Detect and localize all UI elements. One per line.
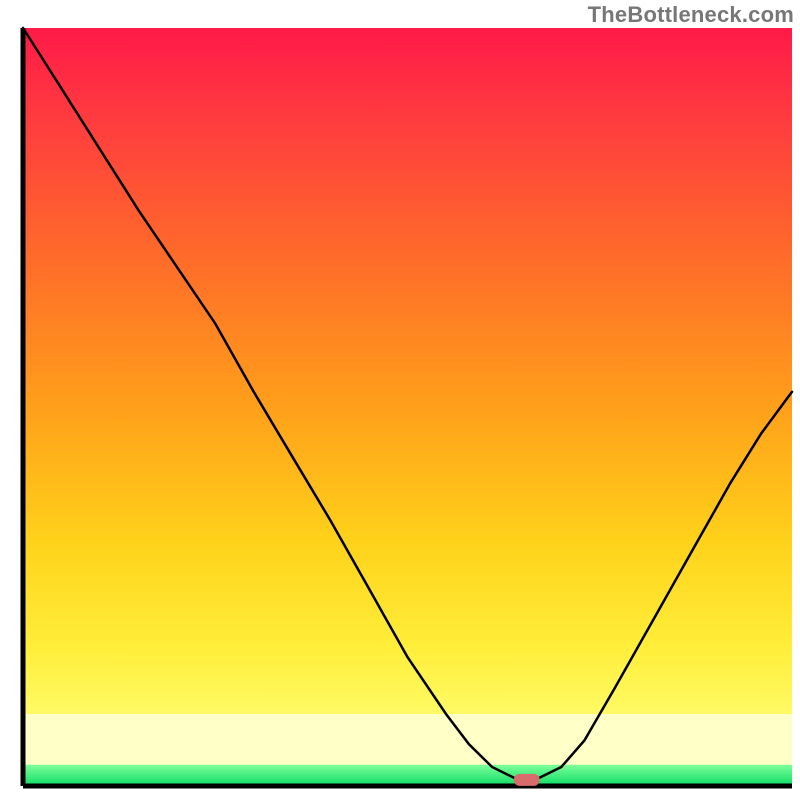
plot-background <box>26 28 793 784</box>
chart-frame: TheBottleneck.com <box>0 0 800 800</box>
bottleneck-chart <box>0 0 800 800</box>
watermark-text: TheBottleneck.com <box>588 2 794 28</box>
sweet-spot-marker <box>514 774 540 786</box>
